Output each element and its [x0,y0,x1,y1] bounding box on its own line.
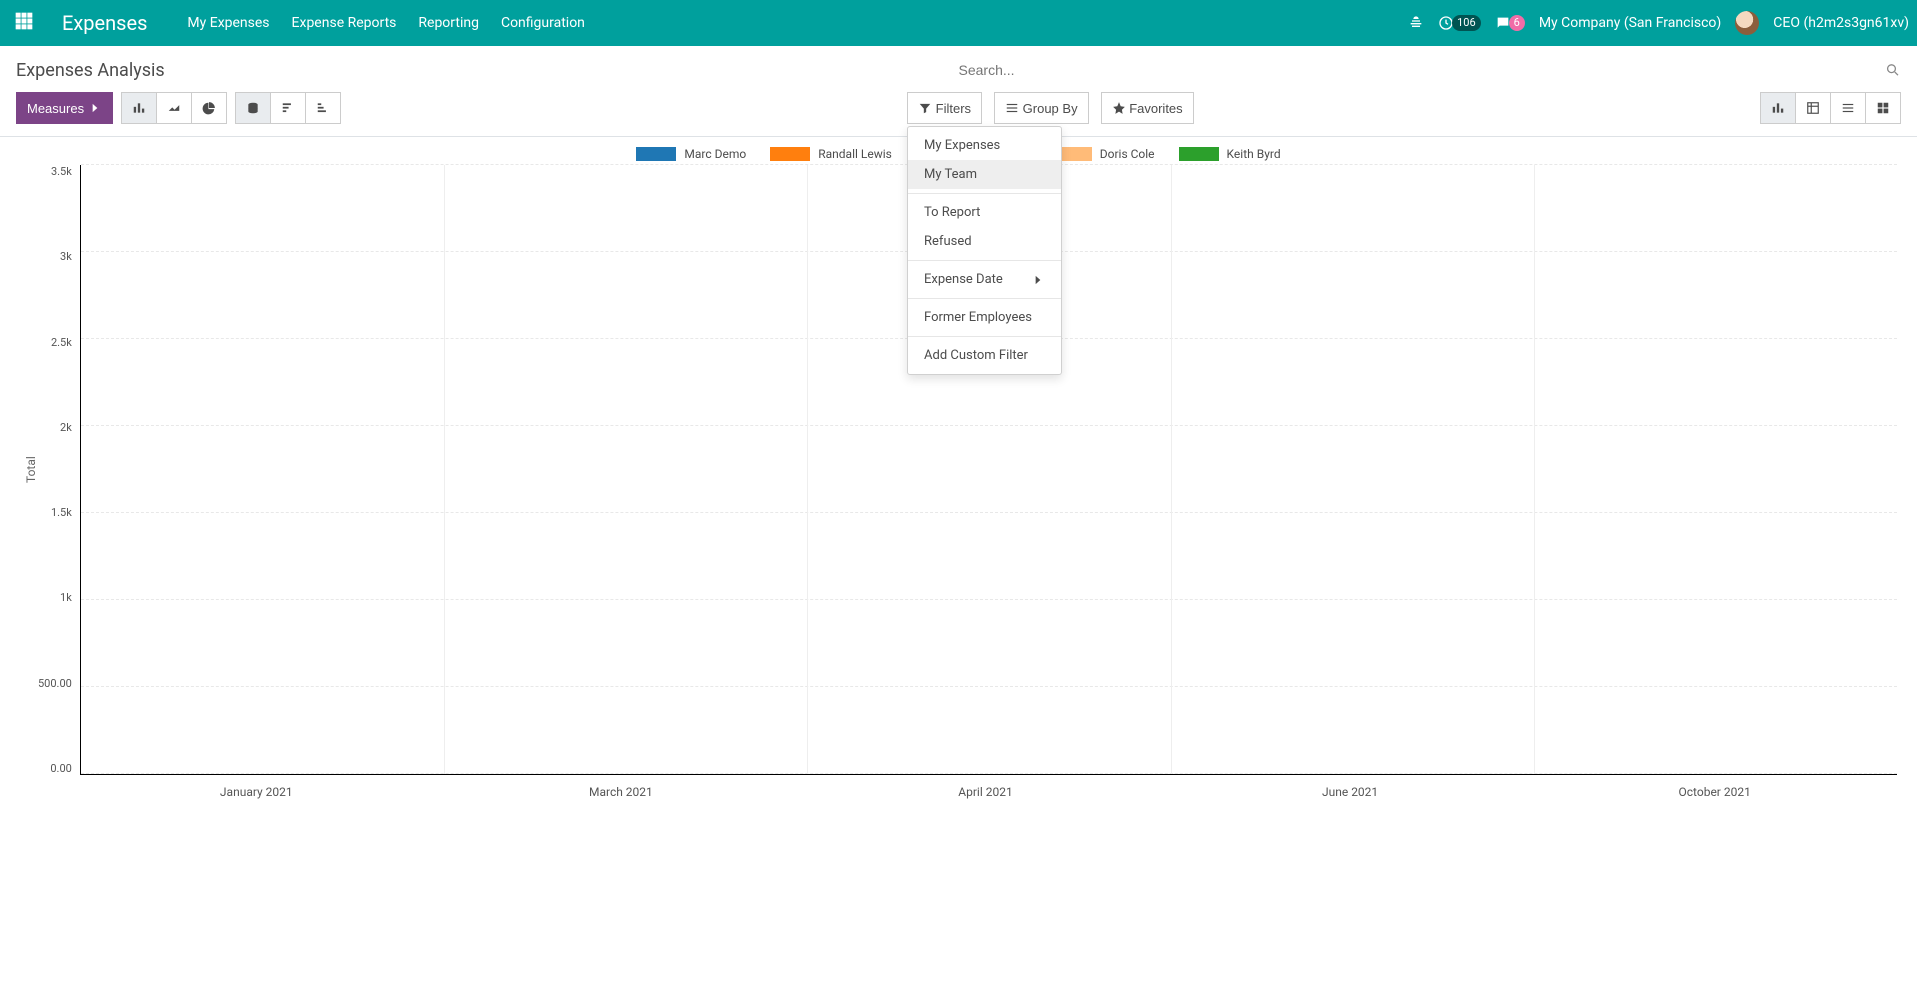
sort-asc-icon [316,101,330,115]
y-tick: 1.5k [38,506,72,519]
y-axis: 3.5k 3k 2.5k 2k 1.5k 1k 500.00 0.00 [38,165,80,775]
divider [908,193,1061,194]
y-tick: 2k [38,421,72,434]
search-input[interactable] [959,58,1878,82]
bar-chart-button[interactable] [121,92,157,124]
filter-my-team[interactable]: My Team [908,160,1061,189]
nav-reporting[interactable]: Reporting [418,15,479,31]
legend-swatch [636,147,676,161]
x-axis: January 2021March 2021April 2021June 202… [74,775,1897,799]
filter-to-report[interactable]: To Report [908,198,1061,227]
search-icon[interactable] [1885,62,1901,78]
activities-badge: 106 [1452,15,1481,31]
divider [908,298,1061,299]
list-icon [1841,101,1855,115]
legend-item[interactable]: Doris Cole [1052,147,1155,161]
app-brand[interactable]: Expenses [62,11,147,35]
sort-asc-button[interactable] [306,92,341,124]
y-tick: 0.00 [38,762,72,775]
pivot-icon [1806,101,1820,115]
filters-dropdown: My Expenses My Team To Report Refused Ex… [907,126,1062,375]
y-tick: 500.00 [38,677,72,690]
legend-label: Keith Byrd [1227,147,1281,161]
filters-button[interactable]: Filters [907,92,982,124]
filter-add-custom[interactable]: Add Custom Filter [908,341,1061,370]
favorites-button[interactable]: Favorites [1101,92,1194,124]
legend-swatch [770,147,810,161]
x-tick: October 2021 [1532,775,1897,799]
x-tick: April 2021 [803,775,1168,799]
measures-label: Measures [27,102,84,115]
apps-icon[interactable] [8,11,40,35]
filter-former-employees[interactable]: Former Employees [908,303,1061,332]
line-chart-icon [167,101,181,115]
pie-chart-button[interactable] [192,92,227,124]
legend-label: Doris Cole [1100,147,1155,161]
legend-label: Randall Lewis [818,147,892,161]
y-tick: 3.5k [38,165,72,178]
y-tick: 1k [38,591,72,604]
filter-icon [918,101,932,115]
activities-icon[interactable]: 106 [1438,15,1481,31]
nav-configuration[interactable]: Configuration [501,15,585,31]
view-kanban-button[interactable] [1866,92,1901,124]
y-tick: 2.5k [38,336,72,349]
bar-chart-icon [1771,101,1785,115]
x-tick: March 2021 [439,775,804,799]
line-chart-button[interactable] [157,92,192,124]
legend-item[interactable]: Randall Lewis [770,147,892,161]
caret-right-icon [88,101,102,115]
avatar[interactable] [1735,11,1759,35]
list-icon [1005,101,1019,115]
kanban-icon [1876,101,1890,115]
x-tick: June 2021 [1168,775,1533,799]
sort-desc-icon [281,101,295,115]
legend-item[interactable]: Marc Demo [636,147,746,161]
legend-item[interactable]: Keith Byrd [1179,147,1281,161]
page-title: Expenses Analysis [16,60,165,81]
star-icon [1112,101,1126,115]
caret-right-icon [1031,273,1045,287]
filter-expense-date[interactable]: Expense Date [908,265,1061,294]
nav-my-expenses[interactable]: My Expenses [187,15,269,31]
debug-icon[interactable] [1408,15,1424,31]
measures-button[interactable]: Measures [16,92,113,124]
favorites-label: Favorites [1129,102,1182,115]
y-axis-title: Total [20,165,38,775]
groupby-button[interactable]: Group By [994,92,1089,124]
legend-swatch [1179,147,1219,161]
search-box[interactable] [959,58,1902,82]
nav-expense-reports[interactable]: Expense Reports [292,15,397,31]
divider [908,336,1061,337]
discuss-icon[interactable]: 6 [1495,15,1525,31]
groupby-label: Group By [1023,102,1078,115]
pie-chart-icon [202,101,216,115]
y-tick: 3k [38,250,72,263]
messages-badge: 6 [1509,15,1525,31]
filter-my-expenses[interactable]: My Expenses [908,131,1061,160]
legend-label: Marc Demo [684,147,746,161]
filters-label: Filters [936,102,971,115]
main-navbar: Expenses My Expenses Expense Reports Rep… [0,0,1917,46]
view-list-button[interactable] [1831,92,1866,124]
filter-refused[interactable]: Refused [908,227,1061,256]
x-tick: January 2021 [74,775,439,799]
company-switcher[interactable]: My Company (San Francisco) [1539,15,1721,31]
user-menu[interactable]: CEO (h2m2s3gn61xv) [1773,15,1909,31]
view-pivot-button[interactable] [1796,92,1831,124]
bar-chart-icon [132,101,146,115]
divider [908,260,1061,261]
sort-desc-button[interactable] [271,92,306,124]
view-graph-button[interactable] [1760,92,1796,124]
control-panel: Expenses Analysis Measures [0,46,1917,137]
stacked-button[interactable] [235,92,271,124]
stacked-icon [246,101,260,115]
